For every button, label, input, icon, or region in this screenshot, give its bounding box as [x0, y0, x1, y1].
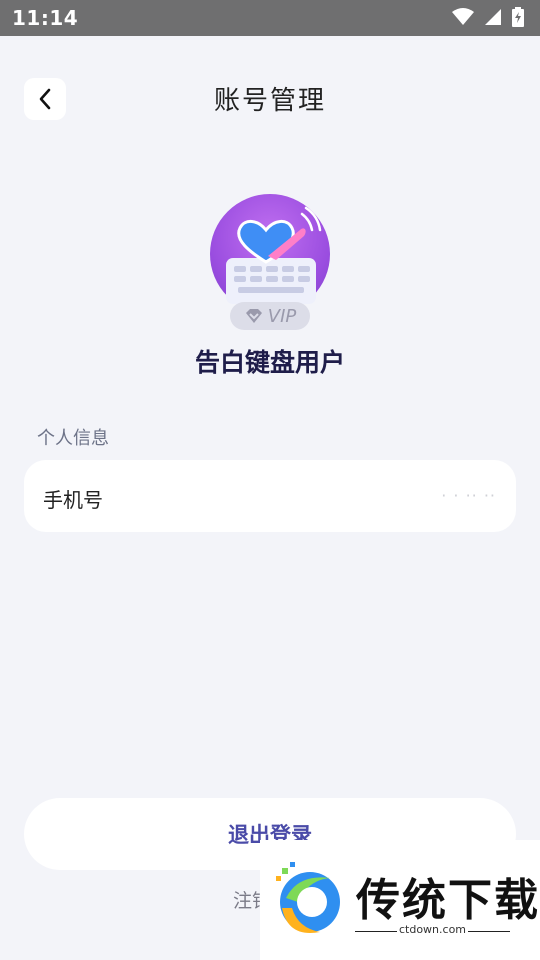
- watermark-divider-right: [468, 931, 510, 932]
- section-label-personal-info: 个人信息: [37, 428, 109, 449]
- watermark: 传统下载 ctdown.com: [260, 840, 540, 960]
- signal-icon: [485, 9, 501, 25]
- watermark-domain: ctdown.com: [398, 923, 467, 936]
- avatar: VIP: [207, 194, 333, 334]
- phone-row[interactable]: 手机号 · · ·· ··: [24, 460, 516, 532]
- page-title: 账号管理: [213, 86, 326, 116]
- phone-label: 手机号: [43, 488, 103, 512]
- diamond-icon: [245, 309, 262, 323]
- vip-label: VIP: [267, 305, 297, 327]
- status-bar: 11:14: [0, 0, 540, 36]
- keyboard-heart-logo-icon: [226, 206, 322, 304]
- status-icons: [452, 7, 524, 27]
- watermark-logo-icon: [276, 862, 340, 933]
- status-time: 11:14: [12, 6, 79, 30]
- username: 告白键盘用户: [194, 348, 345, 377]
- phone-value: · · ·· ··: [441, 486, 496, 505]
- wifi-icon: [452, 8, 474, 25]
- vip-badge: VIP: [230, 302, 310, 330]
- battery-icon: [512, 7, 524, 27]
- watermark-brand: 传统下载: [356, 875, 540, 926]
